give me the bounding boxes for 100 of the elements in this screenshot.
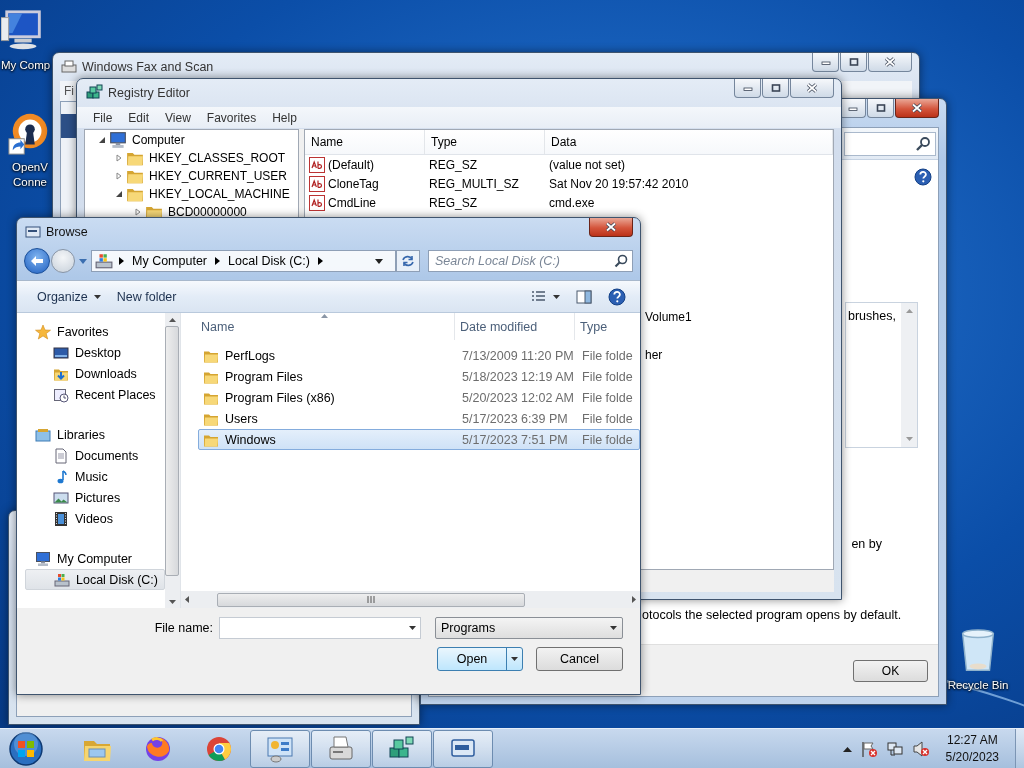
chevron-icon xyxy=(119,257,124,265)
breadcrumb[interactable]: Local Disk (C:) xyxy=(226,254,312,268)
file-row[interactable]: PerfLogs 7/13/2009 11:20 PM File folde xyxy=(198,345,640,366)
value-data: her xyxy=(645,347,663,362)
tree-item[interactable]: HKEY_CLASSES_ROOT xyxy=(147,151,288,165)
close-icon xyxy=(806,83,818,93)
file-name: Program Files xyxy=(225,369,303,384)
column-header[interactable]: Data xyxy=(545,130,833,154)
taskbar-button[interactable] xyxy=(250,729,310,768)
file-type-dropdown[interactable]: Programs xyxy=(435,617,623,639)
ok-button[interactable]: OK xyxy=(853,659,928,682)
value-name: CloneTag xyxy=(328,176,379,191)
column-header[interactable]: Name xyxy=(305,130,425,154)
menu-item[interactable]: Help xyxy=(264,110,305,125)
value-name: CmdLine xyxy=(328,195,377,210)
date-modified: 5/20/2023 12:02 AM xyxy=(461,390,575,405)
column-header[interactable]: Type xyxy=(575,313,640,340)
icon-label: OpenV Conne xyxy=(12,160,48,190)
tree-item[interactable]: Computer xyxy=(130,133,187,147)
value-name: (Default) xyxy=(328,157,374,172)
close-button[interactable] xyxy=(895,99,939,118)
file-row[interactable]: Users 5/17/2023 6:39 PM File folde xyxy=(198,408,640,429)
menu-item[interactable]: File xyxy=(85,110,121,125)
menu-item[interactable]: Favorites xyxy=(198,110,265,125)
clock[interactable]: 12:27 AM 5/20/2023 xyxy=(937,731,1007,766)
file-row[interactable]: Program Files (x86) 5/20/2023 12:02 AM File folde xyxy=(198,387,640,408)
nav-item[interactable]: Music xyxy=(25,466,165,487)
show-desktop-button[interactable] xyxy=(1015,729,1024,768)
nav-item[interactable]: My Computer xyxy=(25,548,165,569)
back-button[interactable] xyxy=(24,248,50,274)
taskbar-button[interactable] xyxy=(433,729,493,768)
maximize-icon xyxy=(770,84,781,92)
menu-item[interactable]: View xyxy=(157,110,199,125)
chevron-icon xyxy=(215,257,221,265)
tree-item[interactable]: HKEY_LOCAL_MACHINE xyxy=(147,187,292,201)
string-value-icon xyxy=(309,175,325,192)
open-button[interactable]: Open xyxy=(437,647,523,671)
tree-item[interactable]: BCD00000000 xyxy=(166,205,249,219)
column-header[interactable]: Date modified xyxy=(455,313,575,340)
close-icon xyxy=(605,222,617,232)
search-field[interactable] xyxy=(844,131,936,156)
maximize-button[interactable] xyxy=(840,53,867,72)
file-name-field[interactable] xyxy=(219,617,421,639)
file-row[interactable]: Windows 5/17/2023 7:51 PM File folde xyxy=(198,429,640,450)
cancel-button[interactable]: Cancel xyxy=(536,647,623,671)
close-button[interactable] xyxy=(589,218,633,237)
value-type: REG_SZ xyxy=(428,195,478,210)
minimize-icon xyxy=(847,104,858,112)
string-value-icon xyxy=(309,156,325,173)
taskbar-button[interactable] xyxy=(372,729,432,768)
new-folder-button[interactable]: New folder xyxy=(110,286,183,307)
film-icon xyxy=(53,510,69,527)
history-caret-icon xyxy=(79,258,87,264)
minimize-button[interactable] xyxy=(812,53,839,72)
scrollbar-thumb[interactable] xyxy=(165,326,180,576)
menu-item[interactable]: Edit xyxy=(120,110,158,125)
star-icon xyxy=(35,323,51,340)
nav-item[interactable]: Downloads xyxy=(25,363,165,384)
nav-item[interactable]: Recent Places xyxy=(25,384,165,405)
fax-icon xyxy=(61,59,77,75)
computer-icon xyxy=(35,550,51,567)
scrollbar-thumb[interactable] xyxy=(217,592,525,607)
file-row[interactable]: Program Files 5/18/2023 12:19 AM File folde xyxy=(198,366,640,387)
refresh-button[interactable] xyxy=(396,250,420,272)
start-orb-icon xyxy=(8,730,44,767)
dropdown-caret-icon xyxy=(375,258,383,264)
nav-item[interactable]: Documents xyxy=(25,445,165,466)
tree-item[interactable]: HKEY_CURRENT_USER xyxy=(147,169,290,183)
organize-button[interactable]: Organize xyxy=(31,286,107,307)
value-data: cmd.exe xyxy=(548,195,596,210)
file-name: Users xyxy=(225,411,258,426)
preview-pane-icon xyxy=(576,289,592,304)
computer-icon xyxy=(109,131,127,149)
close-icon xyxy=(911,103,923,113)
dropdown-caret-icon xyxy=(409,626,416,630)
dropdown-caret-icon xyxy=(553,294,560,299)
date-modified: 5/18/2023 12:19 AM xyxy=(461,369,575,384)
icon-label: Recycle Bin xyxy=(947,678,1009,693)
library-icon xyxy=(35,426,51,443)
maximize-button[interactable] xyxy=(762,79,789,98)
nav-item[interactable]: Libraries xyxy=(25,424,165,445)
minimize-icon xyxy=(742,84,753,92)
taskbar-button[interactable] xyxy=(311,729,371,768)
column-header[interactable]: Type xyxy=(425,130,545,154)
nav-item[interactable]: Desktop xyxy=(25,342,165,363)
search-icon xyxy=(614,254,628,268)
breadcrumb[interactable]: My Computer xyxy=(130,254,210,268)
nav-item[interactable]: Favorites xyxy=(25,321,165,342)
start-button[interactable] xyxy=(6,729,46,768)
nav-item[interactable]: Local Disk (C:) xyxy=(25,569,165,590)
nav-item[interactable]: Pictures xyxy=(25,487,165,508)
file-name: PerfLogs xyxy=(225,348,276,363)
address-bar[interactable]: My Computer Local Disk (C:) xyxy=(91,250,396,272)
date-modified: 5/17/2023 6:39 PM xyxy=(461,411,569,426)
file-name-label: File name: xyxy=(154,621,213,635)
menu-item[interactable]: Fi xyxy=(64,84,74,98)
maximize-button[interactable] xyxy=(867,99,894,118)
description-text: en by xyxy=(851,537,883,551)
search-field[interactable]: Search Local Disk (C:) xyxy=(428,250,633,272)
nav-item[interactable]: Videos xyxy=(25,508,165,529)
